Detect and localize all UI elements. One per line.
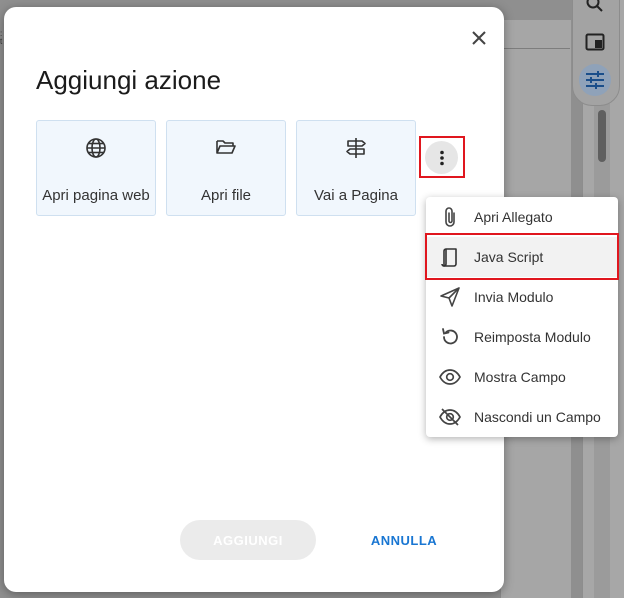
menu-item-label: Apri Allegato <box>474 209 553 225</box>
page-divider <box>500 48 570 49</box>
send-icon <box>438 285 462 309</box>
panel-icon[interactable] <box>579 26 611 58</box>
dialog-title: Aggiungi azione <box>36 65 222 95</box>
action-card-open-file[interactable]: Apri file <box>166 120 286 216</box>
background-text-fragment: :t <box>0 29 3 46</box>
more-actions-menu: Apri Allegato Java Script Invia Modulo R… <box>426 197 618 437</box>
action-card-open-web-page[interactable]: Apri pagina web <box>36 120 156 216</box>
signpost-icon <box>297 137 415 159</box>
search-icon[interactable] <box>579 0 611 20</box>
menu-item-java-script[interactable]: Java Script <box>426 237 618 277</box>
add-button[interactable]: AGGIUNGI <box>180 520 316 560</box>
menu-item-label: Reimposta Modulo <box>474 329 591 345</box>
scrollbar-thumb[interactable] <box>598 110 606 162</box>
menu-item-label: Java Script <box>474 249 544 265</box>
menu-item-label: Mostra Campo <box>474 369 566 385</box>
script-icon <box>438 245 462 269</box>
folder-open-icon <box>167 137 285 157</box>
globe-icon <box>37 137 155 159</box>
cancel-button[interactable]: ANNULLA <box>359 522 449 558</box>
eye-icon <box>438 365 462 389</box>
action-card-go-to-page[interactable]: Vai a Pagina <box>296 120 416 216</box>
menu-item-invia-modulo[interactable]: Invia Modulo <box>426 277 618 317</box>
menu-item-apri-allegato[interactable]: Apri Allegato <box>426 197 618 237</box>
more-vertical-icon[interactable] <box>425 141 458 174</box>
paperclip-icon <box>438 205 462 229</box>
menu-item-label: Invia Modulo <box>474 289 554 305</box>
card-label: Apri pagina web <box>42 187 150 204</box>
menu-item-reimposta-modulo[interactable]: Reimposta Modulo <box>426 317 618 357</box>
card-label: Vai a Pagina <box>314 187 398 204</box>
menu-item-label: Nascondi un Campo <box>474 409 601 425</box>
reset-icon <box>438 325 462 349</box>
card-label: Apri file <box>200 187 252 204</box>
sliders-icon[interactable] <box>579 64 611 96</box>
menu-item-nascondi-un-campo[interactable]: Nascondi un Campo <box>426 397 618 437</box>
close-icon[interactable] <box>466 25 492 51</box>
eye-off-icon <box>438 405 462 429</box>
menu-item-mostra-campo[interactable]: Mostra Campo <box>426 357 618 397</box>
